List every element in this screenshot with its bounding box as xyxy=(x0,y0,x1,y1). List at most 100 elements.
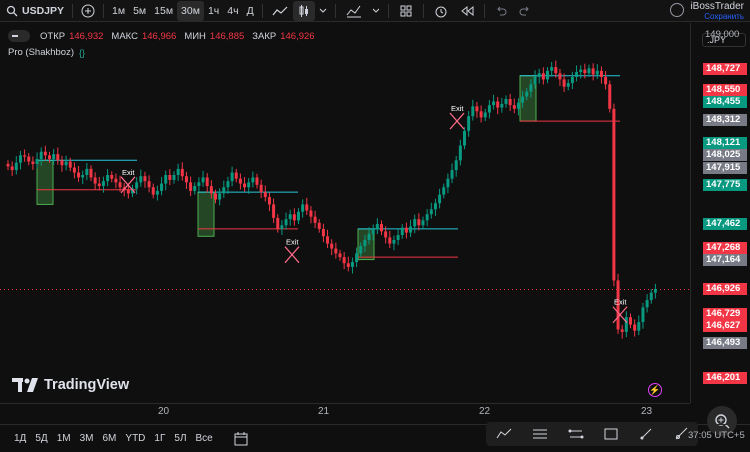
candle-body xyxy=(301,204,305,212)
range-button[interactable]: 5Д xyxy=(35,433,47,444)
candle-body xyxy=(583,69,587,74)
candle-body xyxy=(313,216,317,223)
candle-body xyxy=(380,224,383,232)
candle-body xyxy=(97,183,101,187)
redo-button[interactable] xyxy=(513,0,537,22)
interval-button[interactable]: 1ч xyxy=(204,0,223,22)
interval-button[interactable]: 5м xyxy=(129,0,150,22)
candle-body xyxy=(284,219,288,226)
candle-body xyxy=(492,101,496,106)
account-block[interactable]: iBossTrader Сохранить xyxy=(690,2,744,22)
range-button[interactable]: Все xyxy=(196,433,213,444)
candle-body xyxy=(409,226,413,233)
brush-icon[interactable] xyxy=(639,427,653,441)
candle-body xyxy=(64,161,68,166)
indicators-icon xyxy=(346,5,361,17)
chart-type-button[interactable] xyxy=(267,0,293,22)
candle-body xyxy=(591,68,595,75)
top-toolbar: USDJPY 1м 5м 15м 30м 1ч 4ч Д iBossTrader Сохр xyxy=(0,0,750,22)
candle-body xyxy=(508,99,512,106)
candle-body xyxy=(272,204,276,218)
time-axis[interactable]: 20 21 22 23 xyxy=(0,403,690,421)
range-button[interactable]: 5Л xyxy=(174,433,186,444)
range-button[interactable]: 1Д xyxy=(14,433,26,444)
lightning-icon[interactable]: ⚡ xyxy=(648,383,662,397)
range-button[interactable]: YTD xyxy=(125,433,145,444)
price-label: 148,025 xyxy=(703,148,747,161)
candle-body xyxy=(487,105,491,113)
candle-body xyxy=(579,69,583,73)
candle-body xyxy=(197,182,201,187)
save-link[interactable]: Сохранить xyxy=(690,12,744,22)
account-name: iBossTrader xyxy=(690,1,744,12)
layout-button[interactable] xyxy=(393,0,419,22)
candle-body xyxy=(43,151,47,156)
interval-button[interactable]: 4ч xyxy=(223,0,242,22)
candle-body xyxy=(81,175,85,178)
ray-icon[interactable] xyxy=(674,427,688,441)
candle-body xyxy=(56,154,60,161)
interval-button[interactable]: 1м xyxy=(108,0,129,22)
price-label: 148,312 xyxy=(703,113,747,126)
rectangle-icon[interactable] xyxy=(604,428,618,440)
range-button[interactable]: 3М xyxy=(80,433,94,444)
interval-button[interactable]: 15м xyxy=(150,0,177,22)
candle-body xyxy=(392,239,396,244)
symbol-search[interactable]: USDJPY xyxy=(0,0,68,22)
candle-body xyxy=(326,236,330,244)
plus-icon xyxy=(81,4,95,17)
candle-body xyxy=(604,76,608,85)
candle-body xyxy=(288,214,292,220)
avatar[interactable] xyxy=(670,3,684,17)
price-chart[interactable]: Exit Exit Exit Exit xyxy=(0,23,690,403)
interval-button[interactable]: 30м xyxy=(177,0,204,21)
clock-timezone[interactable]: 37:05 UTC+5 xyxy=(688,430,745,441)
candle-body xyxy=(230,172,234,182)
candle-body xyxy=(276,217,280,229)
price-label: 146,729 xyxy=(703,307,747,320)
candle-body xyxy=(151,187,155,195)
price-label: 148,121 xyxy=(703,137,747,149)
trend-line-icon[interactable] xyxy=(496,428,512,440)
alert-button[interactable] xyxy=(428,0,454,22)
candle-body xyxy=(620,329,624,332)
candle-body xyxy=(259,184,263,193)
candle-body xyxy=(421,220,425,226)
indicators-button[interactable] xyxy=(340,0,368,22)
interval-button[interactable]: Д xyxy=(243,0,258,22)
price-label: 148,455 xyxy=(703,96,747,109)
compare-button[interactable] xyxy=(77,0,99,22)
price-label: 146,627 xyxy=(703,320,747,333)
candle-body xyxy=(355,253,359,263)
calendar-icon[interactable] xyxy=(234,431,248,446)
chart-type-dropdown[interactable] xyxy=(315,0,331,22)
candles-button[interactable] xyxy=(292,0,315,21)
replay-button[interactable] xyxy=(454,0,480,22)
candle-body xyxy=(317,222,321,229)
range-button[interactable]: 6М xyxy=(103,433,117,444)
candle-body xyxy=(595,70,599,75)
range-button[interactable]: 1М xyxy=(57,433,71,444)
price-label: 146,201 xyxy=(703,372,747,385)
fib-icon[interactable] xyxy=(532,428,547,440)
range-button[interactable]: 1Г xyxy=(154,433,165,444)
candle-body xyxy=(238,178,242,184)
candle-body xyxy=(297,211,300,221)
candle-body xyxy=(363,239,367,247)
candle-body xyxy=(126,189,130,194)
separator xyxy=(387,3,389,18)
candle-body xyxy=(168,175,172,180)
candle-body xyxy=(209,186,213,194)
alarm-icon xyxy=(435,6,447,17)
candle-body xyxy=(633,324,637,331)
candle-body xyxy=(388,237,392,244)
candle-body xyxy=(93,177,97,184)
candle-body xyxy=(350,262,354,267)
candle-body xyxy=(243,183,247,188)
candle-body xyxy=(85,168,89,175)
candle-body xyxy=(218,193,222,200)
pattern-icon[interactable] xyxy=(568,428,584,440)
indicators-dropdown[interactable] xyxy=(368,0,384,22)
search-icon xyxy=(6,5,18,16)
undo-button[interactable] xyxy=(489,0,513,22)
